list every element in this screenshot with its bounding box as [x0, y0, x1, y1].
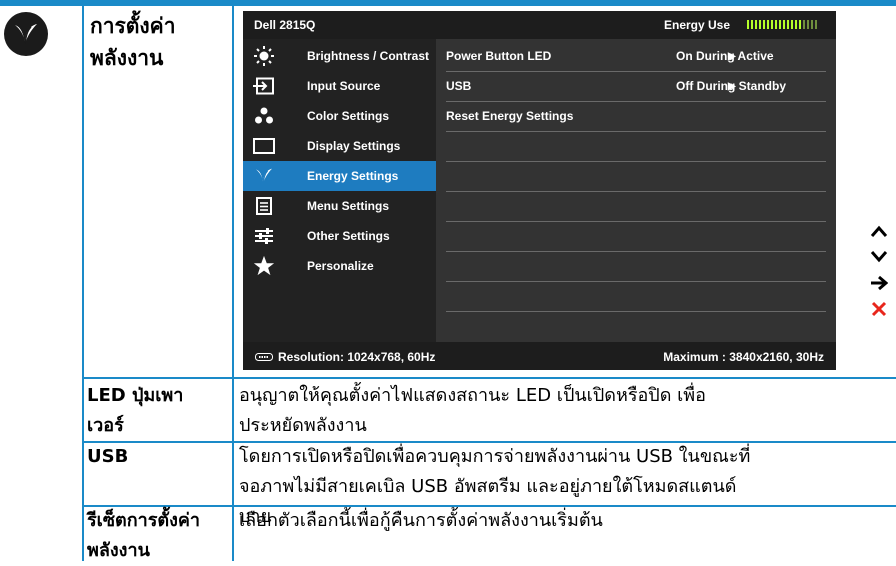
- osd-row-empty: [446, 161, 826, 192]
- osd-maximum-resolution: Maximum : 3840x2160, 30Hz: [663, 350, 824, 364]
- osd-row-empty: [446, 191, 826, 222]
- energy-leaf-icon: [243, 165, 285, 187]
- video-connector-icon: [255, 350, 273, 364]
- osd-row-label: Power Button LED: [446, 49, 552, 63]
- top-rule: [0, 0, 896, 6]
- energy-meter-bar: [763, 20, 765, 29]
- down-icon[interactable]: [868, 246, 890, 268]
- brightness-icon: [243, 45, 285, 67]
- energy-meter-bar: [791, 20, 793, 29]
- enter-icon[interactable]: [868, 272, 890, 294]
- energy-leaf-badge-icon: [4, 12, 48, 56]
- display-settings-icon: [243, 138, 285, 154]
- osd-menu-item-input-source[interactable]: Input Source: [243, 71, 436, 101]
- energy-meter-bar: [811, 20, 813, 29]
- osd-menu: Dell 2815Q Energy Use Brightness / Contr…: [243, 11, 836, 370]
- osd-menu-item-label: Display Settings: [307, 139, 401, 153]
- energy-use-label: Energy Use: [664, 18, 731, 32]
- osd-row-reset-energy-settings[interactable]: Reset Energy Settings: [446, 101, 826, 132]
- osd-row-label: USB: [446, 79, 472, 93]
- osd-menu-item-label: Input Source: [307, 79, 381, 93]
- energy-meter-bar: [803, 20, 805, 29]
- osd-resolution: Resolution: 1024x768, 60Hz: [255, 350, 435, 364]
- table-border: [82, 6, 84, 561]
- osd-menu-item-label: Menu Settings: [307, 199, 390, 213]
- osd-menu-item-label: Personalize: [307, 259, 374, 273]
- osd-menu-item-energy-settings[interactable]: Energy Settings: [243, 161, 436, 191]
- row-label-line: รีเซ็ตการตั้งค่า: [87, 510, 201, 531]
- exit-icon[interactable]: [868, 298, 890, 320]
- osd-row-empty: [446, 281, 826, 312]
- section-title: การตั้งค่า พลังงาน: [90, 10, 176, 74]
- energy-meter-bar: [783, 20, 785, 29]
- energy-meter-bar: [807, 20, 809, 29]
- section-title-line: พลังงาน: [90, 46, 164, 70]
- row-label-line: เวอร์: [87, 415, 124, 436]
- energy-meter-bar: [795, 20, 797, 29]
- osd-menu-item-other-settings[interactable]: Other Settings: [243, 221, 436, 251]
- energy-meter-bar: [751, 20, 753, 29]
- row-label-power-button-led: LED ปุ่มเพา เวอร์: [87, 381, 183, 441]
- energy-meter-bar: [767, 20, 769, 29]
- osd-model-name: Dell 2815Q: [254, 18, 316, 32]
- row-label-line: พลังงาน: [87, 540, 150, 561]
- osd-row-label: Reset Energy Settings: [446, 109, 574, 123]
- osd-menu-item-color-settings[interactable]: Color Settings: [243, 101, 436, 131]
- row-desc-line: โดยการเปิดหรือปิดเพื่อควบคุมการจ่ายพลังง…: [239, 446, 751, 467]
- up-icon[interactable]: [868, 220, 890, 242]
- energy-meter-bar: [779, 20, 781, 29]
- osd-row-usb[interactable]: USB ▶ Off During Standby: [446, 71, 826, 102]
- osd-row-power-button-led[interactable]: Power Button LED ▶ On During Active: [446, 41, 826, 72]
- input-source-icon: [243, 77, 285, 95]
- color-settings-icon: [243, 107, 285, 125]
- table-border: [82, 377, 896, 379]
- osd-menu-item-display-settings[interactable]: Display Settings: [243, 131, 436, 161]
- osd-row-value: Off During Standby: [676, 79, 786, 93]
- osd-main-menu: Brightness / Contrast Input Source Color…: [243, 39, 436, 342]
- osd-menu-item-label: Other Settings: [307, 229, 390, 243]
- osd-menu-item-brightness-contrast[interactable]: Brightness / Contrast: [243, 41, 436, 71]
- osd-menu-item-label: Energy Settings: [307, 169, 399, 183]
- osd-row-empty: [446, 221, 826, 252]
- row-desc-reset-energy-settings: เลือกตัวเลือกนี้เพื่อกู้คืนการตั้งค่าพลั…: [239, 506, 603, 536]
- osd-submenu: Power Button LED ▶ On During Active USB …: [436, 39, 836, 342]
- row-label-usb: USB: [87, 442, 128, 472]
- osd-footer: Resolution: 1024x768, 60Hz Maximum : 384…: [243, 342, 836, 370]
- row-desc-line: ประหยัดพลังงาน: [239, 415, 367, 436]
- energy-meter-bar: [787, 20, 789, 29]
- row-desc-power-button-led: อนุญาตให้คุณตั้งค่าไฟแสดงสถานะ LED เป็นเ…: [239, 381, 706, 441]
- resolution-text: Resolution: 1024x768, 60Hz: [278, 350, 436, 364]
- energy-use-meter: [747, 20, 817, 29]
- energy-meter-bar: [775, 20, 777, 29]
- row-desc-line: เลือกตัวเลือกนี้เพื่อกู้คืนการตั้งค่าพลั…: [239, 510, 603, 531]
- energy-meter-bar: [755, 20, 757, 29]
- osd-row-value: On During Active: [676, 49, 774, 63]
- energy-meter-bar: [759, 20, 761, 29]
- section-title-line: การตั้งค่า: [90, 14, 176, 38]
- energy-meter-bar: [771, 20, 773, 29]
- table-border: [232, 6, 234, 561]
- osd-header: Dell 2815Q Energy Use: [243, 11, 836, 39]
- osd-menu-item-label: Color Settings: [307, 109, 390, 123]
- osd-menu-item-personalize[interactable]: Personalize: [243, 251, 436, 281]
- energy-meter-bar: [815, 20, 817, 29]
- star-icon: [243, 255, 285, 277]
- osd-row-empty: [446, 131, 826, 162]
- row-label-line: LED ปุ่มเพา: [87, 385, 184, 406]
- row-desc-line: อนุญาตให้คุณตั้งค่าไฟแสดงสถานะ LED เป็นเ…: [239, 385, 706, 406]
- energy-meter-bar: [747, 20, 749, 29]
- other-settings-icon: [243, 228, 285, 244]
- osd-row-empty: [446, 251, 826, 282]
- osd-menu-item-menu-settings[interactable]: Menu Settings: [243, 191, 436, 221]
- row-label-line: USB: [87, 446, 129, 467]
- menu-settings-icon: [243, 197, 285, 215]
- energy-meter-bar: [799, 20, 801, 29]
- row-desc-line: จอภาพไม่มีสายเคเบิล USB อัพสตรีม และอยู่…: [239, 476, 737, 497]
- osd-menu-item-label: Brightness / Contrast: [307, 49, 430, 63]
- row-label-reset-energy-settings: รีเซ็ตการตั้งค่า พลังงาน: [87, 506, 200, 566]
